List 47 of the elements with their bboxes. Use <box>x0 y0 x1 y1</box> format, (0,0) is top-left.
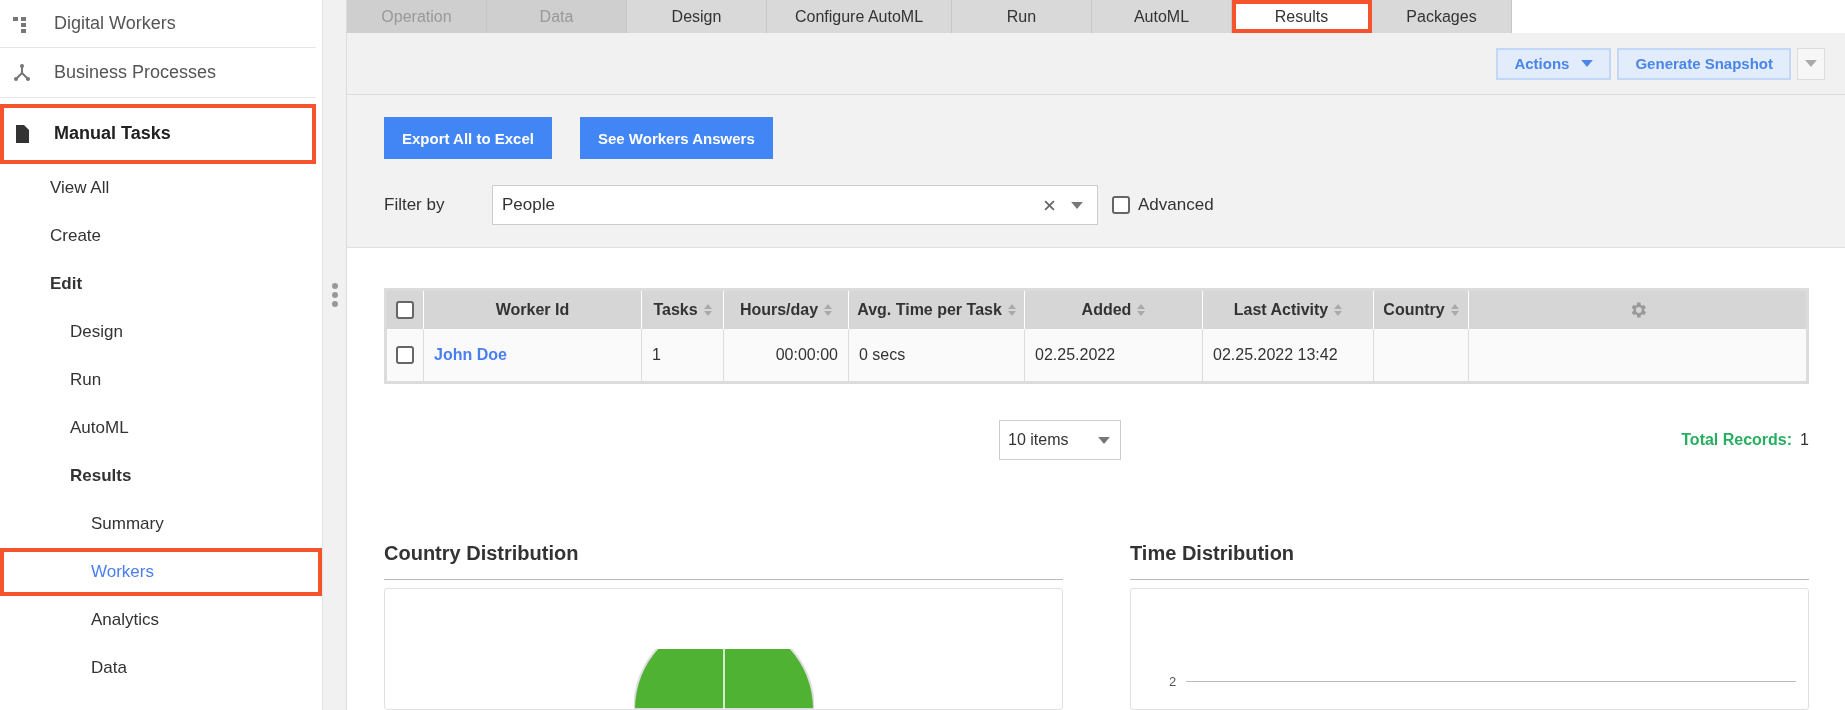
branch-icon <box>12 62 32 83</box>
nav-subitem[interactable]: Design <box>0 308 322 356</box>
caret-icon <box>1071 201 1083 209</box>
table-cell: 02.25.2022 13:42 <box>1213 346 1338 364</box>
caret-icon <box>1098 436 1110 444</box>
table-cell: 02.25.2022 <box>1035 346 1116 364</box>
tab[interactable]: Run <box>952 0 1092 33</box>
caret-icon <box>1805 60 1817 68</box>
total-records-value: 1 <box>1800 431 1809 449</box>
advanced-label: Advanced <box>1138 195 1214 216</box>
advanced-checkbox[interactable] <box>1112 196 1130 215</box>
table-cell: 00:00:00 <box>775 346 838 364</box>
nav-subitem[interactable]: Workers <box>0 548 322 596</box>
tab[interactable]: Configure AutoML <box>767 0 952 33</box>
caret-icon <box>1581 60 1594 68</box>
drag-handle-icon[interactable] <box>331 282 339 308</box>
nav-subitem[interactable]: Results <box>0 452 322 500</box>
filter-label: Filter by <box>384 195 446 216</box>
select-all-checkbox[interactable] <box>396 301 414 319</box>
clear-icon[interactable] <box>1044 199 1055 211</box>
page-size-select[interactable]: 10 items <box>999 420 1121 460</box>
nav-subitem[interactable]: Data <box>0 644 322 692</box>
chart-title: Country Distribution <box>384 542 1063 580</box>
nav-item[interactable]: Business Processes <box>0 48 316 98</box>
nav-subitem[interactable]: Analytics <box>0 596 322 644</box>
nav-item[interactable]: Digital Workers <box>0 0 316 48</box>
chart-title: Time Distribution <box>1130 542 1809 580</box>
tab[interactable]: Packages <box>1372 0 1512 33</box>
total-records-label: Total Records: <box>1681 431 1793 449</box>
axis-tick-label: 2 <box>1169 674 1177 689</box>
nav-subitem[interactable]: View All <box>0 164 322 212</box>
table-cell: 0 secs <box>859 346 906 364</box>
action-button[interactable]: See Workers Answers <box>580 117 773 160</box>
tab[interactable]: Results <box>1232 0 1372 33</box>
nav-subitem[interactable]: Summary <box>0 500 322 548</box>
worker-link[interactable]: John Doe <box>434 346 507 364</box>
action-button[interactable]: Export All to Excel <box>384 117 552 160</box>
tab[interactable]: Design <box>627 0 767 33</box>
filter-select[interactable]: People <box>492 185 1098 226</box>
row-checkbox[interactable] <box>396 346 414 364</box>
nav-item[interactable]: Manual Tasks <box>0 104 316 164</box>
table-cell: 1 <box>652 346 661 364</box>
nav-subitem[interactable]: Edit <box>0 260 322 308</box>
nav-subitem[interactable]: AutoML <box>0 404 322 452</box>
tab[interactable]: AutoML <box>1092 0 1232 33</box>
nav-subitem[interactable]: Run <box>0 356 322 404</box>
nav-subitem[interactable]: Create <box>0 212 322 260</box>
